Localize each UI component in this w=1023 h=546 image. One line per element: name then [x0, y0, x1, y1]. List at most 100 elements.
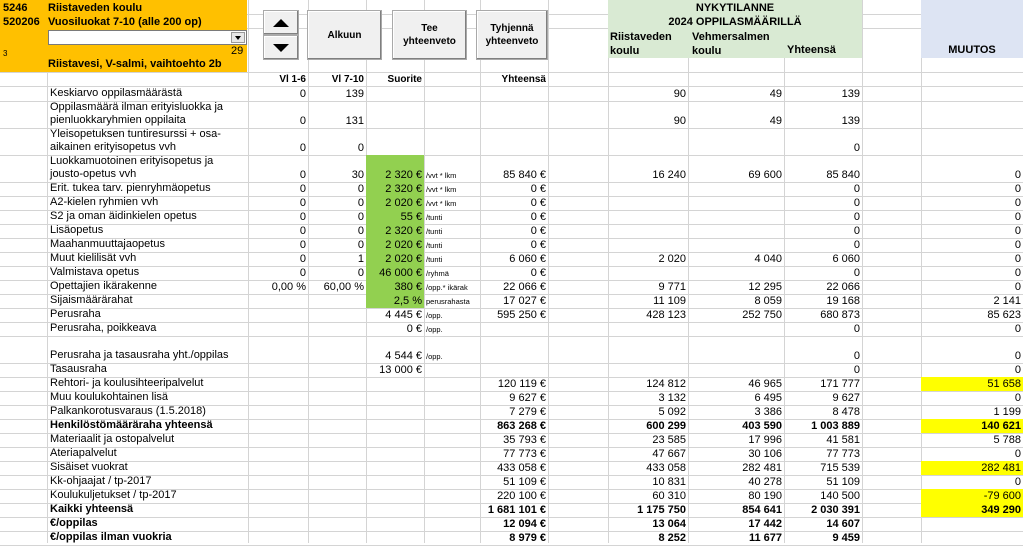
cell-total[interactable]: 22 066 €: [480, 280, 548, 294]
cell-vehmersalmi[interactable]: 17 442: [688, 517, 784, 531]
cell-suorite[interactable]: [366, 128, 424, 155]
row-label[interactable]: A2-kielen ryhmien vvh: [48, 196, 246, 210]
cell-vehmersalmi[interactable]: [688, 363, 784, 377]
row-label[interactable]: Materiaalit ja ostopalvelut: [48, 433, 246, 447]
cell-vl710[interactable]: [308, 405, 366, 419]
cell-total[interactable]: 51 109 €: [480, 475, 548, 489]
cell-vl16[interactable]: 0: [248, 155, 308, 182]
cell-total[interactable]: 595 250 €: [480, 308, 548, 322]
row-label[interactable]: Lisäopetus: [48, 224, 246, 238]
cell-vehmersalmi[interactable]: [688, 182, 784, 196]
cell-suorite[interactable]: 380 €: [366, 280, 424, 294]
row-label[interactable]: Perusraha, poikkeava: [48, 322, 246, 336]
cell-change[interactable]: 0: [921, 196, 1023, 210]
cell-vl710[interactable]: [308, 489, 366, 503]
cell-vl710[interactable]: 0: [308, 238, 366, 252]
cell-unit[interactable]: [424, 101, 480, 128]
cell-vl16[interactable]: [248, 391, 308, 405]
cell-current-total[interactable]: 0: [784, 210, 862, 224]
row-label[interactable]: Valmistava opetus: [48, 266, 246, 280]
cell-suorite[interactable]: [366, 433, 424, 447]
cell-suorite[interactable]: 13 000 €: [366, 363, 424, 377]
cell-suorite[interactable]: [366, 517, 424, 531]
cell-vl16[interactable]: 0: [248, 87, 308, 101]
row-label[interactable]: Muut kielilisät vvh: [48, 252, 246, 266]
cell-vl710[interactable]: [308, 322, 366, 336]
cell-vl710[interactable]: [308, 391, 366, 405]
row-label[interactable]: Rehtori- ja koulusihteeripalvelut: [48, 377, 246, 391]
cell-unit[interactable]: /vvt * lkm: [424, 155, 480, 182]
row-label[interactable]: Henkilöstömääräraha yhteensä: [48, 419, 246, 433]
cell-riistavesi[interactable]: [608, 336, 688, 363]
cell-current-total[interactable]: 22 066: [784, 280, 862, 294]
cell-change[interactable]: 0: [921, 224, 1023, 238]
cell-unit[interactable]: [424, 489, 480, 503]
cell-current-total[interactable]: 85 840: [784, 155, 862, 182]
cell-unit[interactable]: [424, 391, 480, 405]
cell-current-total[interactable]: 0: [784, 224, 862, 238]
cell-riistavesi[interactable]: 124 812: [608, 377, 688, 391]
cell-vl710[interactable]: [308, 517, 366, 531]
cell-total[interactable]: 7 279 €: [480, 405, 548, 419]
cell-suorite[interactable]: 2 320 €: [366, 224, 424, 238]
cell-change[interactable]: 5 788: [921, 433, 1023, 447]
row-label[interactable]: Luokkamuotoinen erityisopetus ja jousto-…: [48, 155, 246, 182]
cell-riistavesi[interactable]: 60 310: [608, 489, 688, 503]
cell-vehmersalmi[interactable]: 12 295: [688, 280, 784, 294]
row-label[interactable]: Muu koulukohtainen lisä: [48, 391, 246, 405]
cell-change[interactable]: 0: [921, 475, 1023, 489]
cell-change[interactable]: [921, 128, 1023, 155]
cell-riistavesi[interactable]: [608, 196, 688, 210]
cell-vehmersalmi[interactable]: 3 386: [688, 405, 784, 419]
cell-vl16[interactable]: [248, 419, 308, 433]
cell-total[interactable]: 863 268 €: [480, 419, 548, 433]
row-label[interactable]: Palkankorotusvaraus (1.5.2018): [48, 405, 246, 419]
row-label[interactable]: S2 ja oman äidinkielen opetus: [48, 210, 246, 224]
cell-change[interactable]: 0: [921, 391, 1023, 405]
cell-unit[interactable]: /ryhmä: [424, 266, 480, 280]
cell-current-total[interactable]: 0: [784, 238, 862, 252]
cell-current-total[interactable]: 0: [784, 128, 862, 155]
cell-vl16[interactable]: [248, 447, 308, 461]
cell-total[interactable]: 220 100 €: [480, 489, 548, 503]
row-label[interactable]: Perusraha ja tasausraha yht./oppilas: [48, 336, 246, 363]
cell-vehmersalmi[interactable]: [688, 196, 784, 210]
cell-riistavesi[interactable]: 10 831: [608, 475, 688, 489]
cell-vehmersalmi[interactable]: 80 190: [688, 489, 784, 503]
cell-riistavesi[interactable]: 5 092: [608, 405, 688, 419]
cell-change[interactable]: 0: [921, 266, 1023, 280]
cell-change[interactable]: 0: [921, 363, 1023, 377]
cell-vl710[interactable]: [308, 475, 366, 489]
cell-riistavesi[interactable]: [608, 238, 688, 252]
cell-suorite[interactable]: 0 €: [366, 322, 424, 336]
cell-vl16[interactable]: 0: [248, 128, 308, 155]
row-label[interactable]: Tasausraha: [48, 363, 246, 377]
cell-unit[interactable]: /tunti: [424, 252, 480, 266]
cell-unit[interactable]: [424, 87, 480, 101]
cell-unit[interactable]: /opp.* ikärak: [424, 280, 480, 294]
cell-vl16[interactable]: [248, 503, 308, 517]
cell-vl16[interactable]: 0: [248, 101, 308, 128]
row-label[interactable]: €/oppilas: [48, 517, 246, 531]
cell-vl710[interactable]: [308, 308, 366, 322]
make-summary-button[interactable]: Tee yhteenveto: [392, 10, 467, 60]
cell-suorite[interactable]: 46 000 €: [366, 266, 424, 280]
cell-riistavesi[interactable]: 23 585: [608, 433, 688, 447]
cell-vl16[interactable]: 0: [248, 224, 308, 238]
cell-vl16[interactable]: 0: [248, 196, 308, 210]
cell-suorite[interactable]: 55 €: [366, 210, 424, 224]
cell-suorite[interactable]: [366, 405, 424, 419]
cell-change[interactable]: 140 621: [921, 419, 1023, 433]
cell-vl16[interactable]: 0: [248, 238, 308, 252]
cell-unit[interactable]: [424, 419, 480, 433]
cell-change[interactable]: -79 600: [921, 489, 1023, 503]
cell-vl710[interactable]: 0: [308, 266, 366, 280]
cell-current-total[interactable]: 8 478: [784, 405, 862, 419]
cell-riistavesi[interactable]: 2 020: [608, 252, 688, 266]
cell-vehmersalmi[interactable]: 17 996: [688, 433, 784, 447]
cell-total[interactable]: 85 840 €: [480, 155, 548, 182]
cell-total[interactable]: 0 €: [480, 182, 548, 196]
cell-suorite[interactable]: [366, 461, 424, 475]
cell-current-total[interactable]: 1 003 889: [784, 419, 862, 433]
cell-vehmersalmi[interactable]: 49: [688, 87, 784, 101]
